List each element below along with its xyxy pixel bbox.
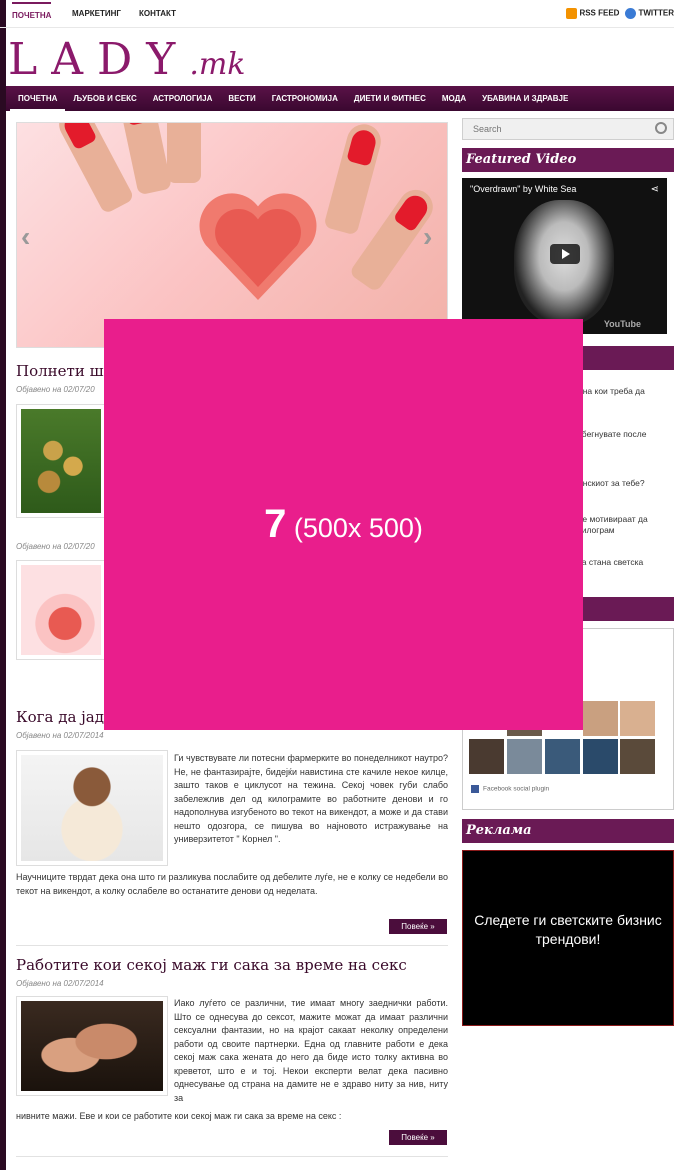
- post-title[interactable]: Работите кои секој маж ги сака за време …: [16, 956, 407, 974]
- post-excerpt: Ги чувствувате ли потесни фармерките во …: [174, 753, 448, 844]
- nav-fashion[interactable]: МОДА: [434, 86, 474, 111]
- widget-title: Featured Video: [462, 148, 674, 172]
- search-icon[interactable]: [655, 122, 667, 134]
- fan-photo[interactable]: [469, 739, 504, 774]
- top-link-marketing[interactable]: МАРКЕТИНГ: [72, 9, 121, 18]
- post-thumbnail[interactable]: [16, 750, 168, 866]
- left-border: [0, 0, 6, 1170]
- main-nav: ПОЧЕТНА ЉУБОВ И СЕКС АСТРОЛОГИЈА ВЕСТИ Г…: [6, 86, 674, 111]
- post-meta: Објавено на 02/07/20: [16, 385, 95, 394]
- nav-news[interactable]: ВЕСТИ: [220, 86, 263, 111]
- finger: [167, 123, 201, 183]
- fan-photo[interactable]: [545, 739, 580, 774]
- post-title[interactable]: Кога да јад: [16, 708, 104, 726]
- read-more-button[interactable]: Повеќе »: [389, 1130, 447, 1145]
- post-thumbnail[interactable]: [16, 996, 168, 1096]
- feeds: RSS FEED TWITTER: [566, 8, 674, 19]
- nav-gastronomy[interactable]: ГАСТРОНОМИЈА: [264, 86, 346, 111]
- logo-suffix: .mk: [189, 47, 246, 82]
- post-thumbnail[interactable]: [16, 560, 106, 660]
- post-meta: Објавено на 02/07/20: [16, 542, 95, 551]
- placeholder-size: (500x 500): [293, 513, 423, 543]
- fan-photo[interactable]: [583, 701, 618, 736]
- twitter-link[interactable]: TWITTER: [625, 8, 674, 19]
- youtube-logo[interactable]: YouTube: [604, 319, 641, 329]
- twitter-icon: [625, 8, 637, 19]
- post-title[interactable]: Полнети ш: [16, 362, 104, 380]
- top-link-contact[interactable]: КОНТАКТ: [139, 9, 176, 18]
- divider: [16, 945, 448, 946]
- featured-slider[interactable]: ‹ ›: [16, 122, 448, 348]
- ad-placeholder-overlay[interactable]: 7 (500x 500): [104, 319, 583, 730]
- slider-prev-icon[interactable]: ‹: [21, 221, 41, 252]
- search-box[interactable]: [462, 118, 674, 140]
- post-excerpt-continued: нивните мажи. Еве и кои се работите кои …: [16, 1111, 342, 1121]
- share-icon[interactable]: ⋖: [651, 184, 659, 195]
- rss-icon: [566, 8, 578, 19]
- fan-photo[interactable]: [620, 739, 655, 774]
- nav-diets[interactable]: ДИЕТИ И ФИТНЕС: [346, 86, 434, 111]
- top-link-home[interactable]: ПОЧЕТНА: [12, 2, 52, 22]
- rss-link[interactable]: RSS FEED: [566, 8, 619, 19]
- top-bar: ПОЧЕТНА МАРКЕТИНГ КОНТАКТ RSS FEED TWITT…: [0, 0, 674, 28]
- video-title[interactable]: "Overdrawn" by White Sea: [470, 184, 576, 194]
- site-logo[interactable]: LADY.mk: [8, 34, 246, 85]
- read-more-button[interactable]: Повеќе »: [389, 919, 447, 934]
- fan-photo[interactable]: [507, 739, 542, 774]
- logo-text: LADY: [8, 34, 190, 85]
- nav-beauty[interactable]: УБАВИНА И ЗДРАВЈЕ: [474, 86, 576, 111]
- placeholder-number: 7: [264, 502, 287, 546]
- heart-image: [199, 193, 317, 300]
- post-meta: Објавено на 02/07/2014: [16, 731, 104, 740]
- fan-photo[interactable]: [583, 739, 618, 774]
- finger: [323, 123, 385, 236]
- post-excerpt: Иако луѓето се различни, тие имаат многу…: [174, 998, 448, 1103]
- facebook-plugin-label[interactable]: Facebook social plugin: [471, 785, 549, 793]
- video-player[interactable]: "Overdrawn" by White Sea ⋖ YouTube: [462, 178, 667, 334]
- facebook-icon: [471, 785, 479, 793]
- nav-love[interactable]: ЉУБОВ И СЕКС: [65, 86, 144, 111]
- divider: [16, 1156, 448, 1157]
- ad-banner[interactable]: Следете ги светските бизнис трендови!: [462, 850, 674, 1026]
- fan-photo[interactable]: [620, 701, 655, 736]
- post-meta: Објавено на 02/07/2014: [16, 979, 104, 988]
- slider-next-icon[interactable]: ›: [423, 221, 443, 252]
- post-excerpt-continued: Научниците тврдат дека она што ги разлик…: [16, 872, 448, 896]
- nav-astrology[interactable]: АСТРОЛОГИЈА: [145, 86, 221, 111]
- post-thumbnail[interactable]: [16, 404, 106, 518]
- search-input[interactable]: [473, 123, 643, 135]
- play-icon[interactable]: [550, 244, 580, 264]
- widget-title: Реклама: [462, 819, 674, 843]
- nav-home[interactable]: ПОЧЕТНА: [10, 86, 66, 111]
- finger: [53, 123, 135, 215]
